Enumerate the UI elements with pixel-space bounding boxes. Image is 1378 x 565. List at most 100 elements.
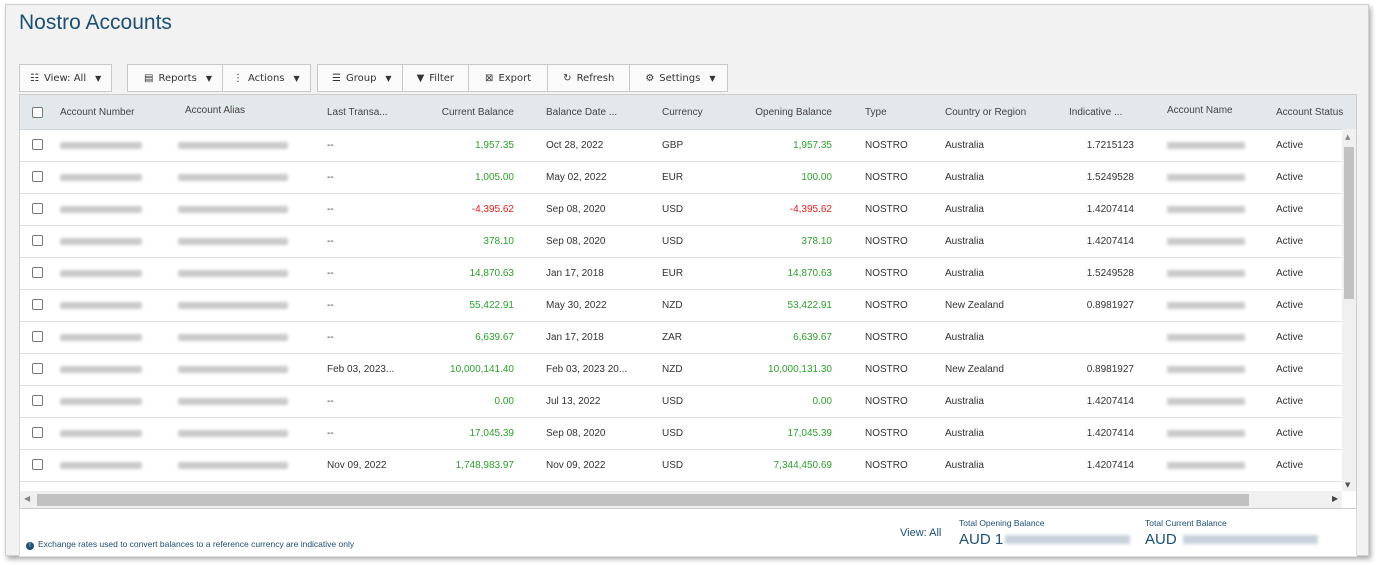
table-row[interactable]: -- 17,045.39 Sep 08, 2020 USD 17,045.39 NOSTR… bbox=[20, 417, 1342, 450]
indicative-rate: 1.5249528 bbox=[1086, 268, 1134, 279]
redacted-account-name bbox=[1167, 174, 1245, 181]
indicative-rate: 1.4207414 bbox=[1086, 236, 1134, 247]
table-row[interactable]: Nov 09, 2022 1,748,983.97 Nov 09, 2022 USD 7… bbox=[20, 449, 1342, 482]
col-currency[interactable]: Currency bbox=[662, 107, 703, 118]
opening-balance: 14,870.63 bbox=[787, 268, 833, 279]
last-transaction: -- bbox=[327, 332, 334, 343]
col-account-name[interactable]: Account Name bbox=[1167, 105, 1233, 116]
settings-button[interactable]: ⚙ Settings ▼ bbox=[630, 65, 727, 91]
col-account-number[interactable]: Account Number bbox=[60, 107, 134, 118]
current-balance: 55,422.91 bbox=[469, 300, 515, 311]
refresh-button[interactable]: ↻ Refresh bbox=[548, 65, 631, 91]
redacted-account-number bbox=[60, 334, 142, 341]
country: Australia bbox=[945, 428, 984, 439]
row-checkbox[interactable] bbox=[32, 331, 43, 342]
select-all-checkbox[interactable] bbox=[32, 107, 43, 118]
balance-date: Jan 17, 2018 bbox=[546, 268, 604, 279]
balance-date: May 30, 2022 bbox=[546, 300, 607, 311]
col-indicative[interactable]: Indicative ... bbox=[1069, 107, 1122, 118]
account-status: Active bbox=[1276, 428, 1304, 439]
accounts-grid: Account Number Account Alias Last Transa… bbox=[19, 94, 1357, 509]
opening-balance: -4,395.62 bbox=[789, 204, 832, 215]
export-button[interactable]: ⊠ Export bbox=[469, 65, 549, 91]
col-balance-date[interactable]: Balance Date ... bbox=[546, 107, 617, 118]
row-checkbox[interactable] bbox=[32, 363, 43, 374]
vertical-scrollbar[interactable]: ▲ ▼ bbox=[1342, 129, 1356, 491]
row-checkbox[interactable] bbox=[32, 171, 43, 182]
view-button[interactable]: ☷ View: All ▼ bbox=[20, 65, 111, 91]
filter-button[interactable]: ▼ Filter bbox=[403, 65, 470, 91]
row-checkbox[interactable] bbox=[32, 395, 43, 406]
row-checkbox[interactable] bbox=[32, 459, 43, 470]
vertical-scroll-thumb[interactable] bbox=[1344, 147, 1354, 299]
table-row[interactable]: -- 378.10 Sep 08, 2020 USD 378.10 NOSTRO Austr… bbox=[20, 225, 1342, 258]
last-transaction: -- bbox=[327, 268, 334, 279]
col-account-status[interactable]: Account Status bbox=[1276, 107, 1343, 118]
redacted-account-name bbox=[1167, 142, 1245, 149]
table-row[interactable]: -- 1,957.35 Oct 28, 2022 GBP 1,957.35 NOSTRO A… bbox=[20, 129, 1342, 162]
row-checkbox[interactable] bbox=[32, 427, 43, 438]
current-balance: 378.10 bbox=[483, 236, 514, 247]
last-transaction: -- bbox=[327, 236, 334, 247]
country: Australia bbox=[945, 236, 984, 247]
col-type[interactable]: Type bbox=[865, 107, 887, 118]
row-checkbox[interactable] bbox=[32, 299, 43, 310]
col-current-balance[interactable]: Current Balance bbox=[414, 107, 514, 118]
table-row[interactable]: -- 14,870.63 Jan 17, 2018 EUR 14,870.63 NOSTR… bbox=[20, 257, 1342, 290]
balance-date: Oct 28, 2022 bbox=[546, 140, 604, 151]
document-icon: ▤ bbox=[144, 72, 154, 84]
table-row[interactable]: -- 55,422.91 May 30, 2022 NZD 53,422.91 NOSTR… bbox=[20, 289, 1342, 322]
col-country[interactable]: Country or Region bbox=[945, 107, 1026, 118]
redacted-account-name bbox=[1167, 270, 1245, 277]
reports-group: ▤ Reports ▼ ⋮ Actions ▼ bbox=[127, 64, 311, 92]
account-status: Active bbox=[1276, 204, 1304, 215]
currency: USD bbox=[662, 428, 684, 439]
row-checkbox[interactable] bbox=[32, 203, 43, 214]
export-label: Export bbox=[498, 72, 532, 84]
row-checkbox[interactable] bbox=[32, 267, 43, 278]
grid-header: Account Number Account Alias Last Transa… bbox=[20, 95, 1356, 130]
country: Australia bbox=[945, 460, 984, 471]
table-row[interactable]: -- 6,639.67 Jan 17, 2018 ZAR 6,639.67 NOSTRO A… bbox=[20, 321, 1342, 354]
caret-icon: ▼ bbox=[205, 73, 212, 83]
group-button[interactable]: ☰ Group ▼ bbox=[318, 65, 403, 91]
currency: ZAR bbox=[662, 332, 682, 343]
table-row[interactable]: Feb 03, 2023... 10,000,141.40 Feb 03, 2023… bbox=[20, 353, 1342, 386]
redacted-account-number bbox=[60, 398, 142, 405]
more-icon: ⋮ bbox=[232, 72, 243, 84]
refresh-icon: ↻ bbox=[563, 72, 572, 84]
reports-button[interactable]: ▤ Reports ▼ bbox=[128, 65, 223, 91]
scroll-right-icon[interactable]: ▶ bbox=[1332, 494, 1338, 503]
col-opening-balance[interactable]: Opening Balance bbox=[732, 107, 832, 118]
footer-view[interactable]: View: All bbox=[900, 527, 941, 539]
grid-footer: ! Exchange rates used to convert balances… bbox=[19, 509, 1357, 557]
total-current-value: AUD bbox=[1145, 531, 1318, 548]
disclaimer: ! Exchange rates used to convert balances… bbox=[26, 539, 354, 550]
scroll-up-icon[interactable]: ▲ bbox=[1345, 133, 1350, 141]
country: Australia bbox=[945, 396, 984, 407]
type: NOSTRO bbox=[865, 428, 908, 439]
view-label: View: All bbox=[43, 72, 87, 84]
current-balance: 14,870.63 bbox=[469, 268, 515, 279]
last-transaction: -- bbox=[327, 172, 334, 183]
scroll-left-icon[interactable]: ◀ bbox=[24, 494, 30, 503]
col-account-alias[interactable]: Account Alias bbox=[185, 105, 245, 116]
redacted-value bbox=[1182, 535, 1318, 544]
scroll-down-icon[interactable]: ▼ bbox=[1345, 481, 1350, 489]
settings-label: Settings bbox=[659, 72, 701, 84]
horizontal-scrollbar[interactable]: ◀ ▶ bbox=[20, 491, 1342, 508]
row-checkbox[interactable] bbox=[32, 139, 43, 150]
caret-icon: ▼ bbox=[95, 73, 102, 83]
indicative-rate: 1.5249528 bbox=[1086, 172, 1134, 183]
account-status: Active bbox=[1276, 236, 1304, 247]
opening-balance: 6,639.67 bbox=[793, 332, 832, 343]
actions-button[interactable]: ⋮ Actions ▼ bbox=[223, 65, 310, 91]
horizontal-scroll-thumb[interactable] bbox=[37, 494, 1249, 506]
table-row[interactable]: -- -4,395.62 Sep 08, 2020 USD -4,395.62 NOSTR… bbox=[20, 193, 1342, 226]
redacted-account-number bbox=[60, 302, 142, 309]
row-checkbox[interactable] bbox=[32, 235, 43, 246]
opening-balance: 7,344,450.69 bbox=[773, 460, 832, 471]
col-last-transaction[interactable]: Last Transa... bbox=[327, 107, 388, 118]
table-row[interactable]: -- 0.00 Jul 13, 2022 USD 0.00 NOSTRO Australia… bbox=[20, 385, 1342, 418]
table-row[interactable]: -- 1,005.00 May 02, 2022 EUR 100.00 NOSTRO Aus… bbox=[20, 161, 1342, 194]
